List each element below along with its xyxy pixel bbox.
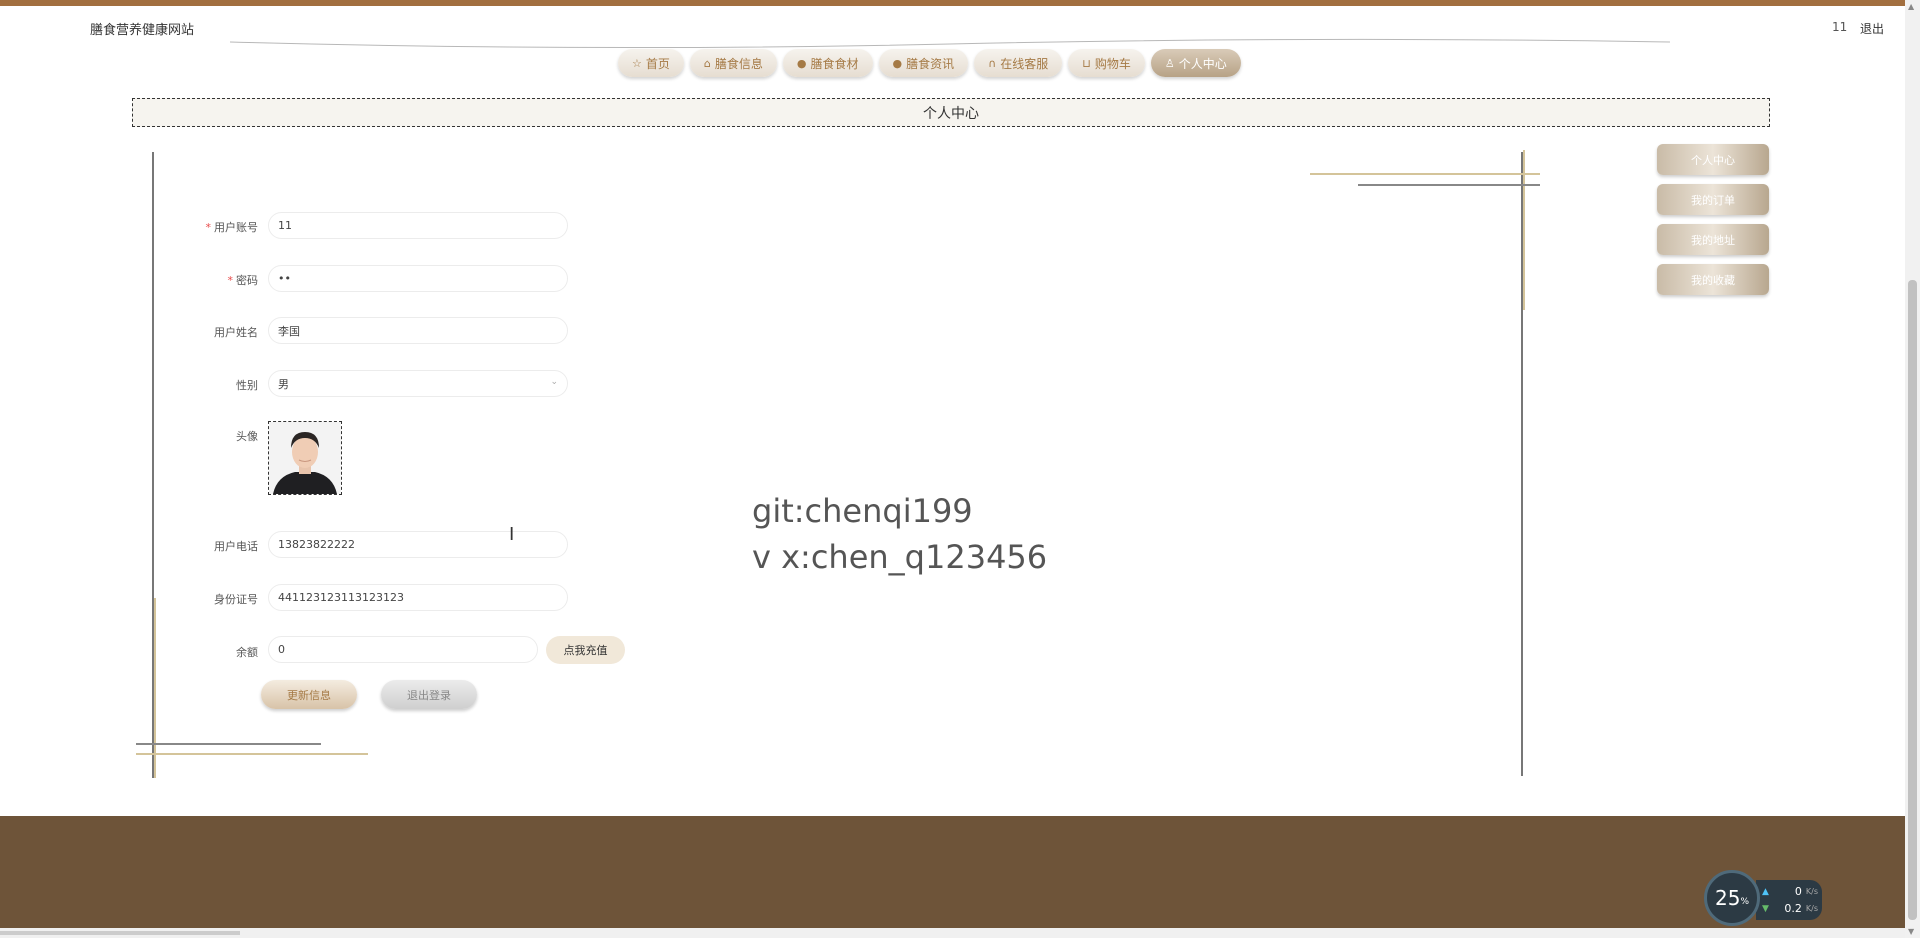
side-menu-user-center[interactable]: 个人中心 <box>1657 144 1769 175</box>
avatar-upload[interactable] <box>268 421 342 495</box>
gender-select[interactable]: 男 ⌄ <box>268 370 568 397</box>
info-icon: ● <box>796 56 807 70</box>
nav-item-customer-service[interactable]: ∩ 在线客服 <box>974 49 1063 77</box>
nav-item-label: 个人中心 <box>1178 56 1227 71</box>
frame-top-line <box>1358 184 1540 186</box>
cpu-usage-unit: % <box>1740 897 1749 907</box>
current-username: 11 <box>1832 20 1848 34</box>
download-arrow-icon: ▼ <box>1762 903 1769 914</box>
nav-item-label: 膳食食材 <box>810 56 859 71</box>
balance-field[interactable]: 0 <box>268 636 538 663</box>
side-menu-my-favorites[interactable]: 我的收藏 <box>1657 264 1769 295</box>
watermark-line-1: git:chenqi199 <box>752 492 973 530</box>
balance-label: 余额 <box>236 646 258 659</box>
password-label: * 密码 <box>227 274 259 287</box>
logout-button[interactable]: 退出登录 <box>381 680 477 709</box>
id-card-label: 身份证号 <box>214 593 258 606</box>
scroll-thumb[interactable] <box>1908 280 1917 920</box>
frame-bottom-gold-line <box>136 753 368 755</box>
account-label: * 用户账号 <box>205 221 259 234</box>
frame-bottom-line <box>136 743 321 745</box>
nav-item-user-center[interactable]: ♙ 个人中心 <box>1150 49 1241 77</box>
vertical-scrollbar[interactable]: ▲ ▼ <box>1905 0 1920 938</box>
side-menu-my-orders[interactable]: 我的订单 <box>1657 184 1769 215</box>
chevron-down-icon: ⌄ <box>550 377 558 387</box>
frame-top-gold-line <box>1310 173 1540 175</box>
gender-label: 性别 <box>236 379 258 392</box>
nav-item-home[interactable]: ☆ 首页 <box>618 49 684 77</box>
avatar-label: 头像 <box>236 430 258 443</box>
side-menu-my-address[interactable]: 我的地址 <box>1657 224 1769 255</box>
bottom-strip <box>0 928 1905 938</box>
scroll-down-arrow-icon[interactable]: ▼ <box>1908 927 1914 936</box>
upload-arrow-icon: ▲ <box>1762 886 1769 897</box>
recharge-button[interactable]: 点我充值 <box>546 636 625 664</box>
nav-item-diet-info[interactable]: ⌂ 膳食信息 <box>689 49 777 77</box>
cpu-usage-gauge: 25% <box>1704 870 1760 926</box>
cpu-usage-value: 25 <box>1714 886 1741 910</box>
nav-item-label: 膳食信息 <box>714 56 763 71</box>
password-field[interactable]: •• <box>268 265 568 292</box>
watermark-text: git:chenqi199 v x:chen_q123456 <box>752 488 1047 580</box>
side-menu: 个人中心 我的订单 我的地址 我的收藏 <box>1657 144 1769 304</box>
section-title-bar: 个人中心 <box>132 98 1770 127</box>
footer <box>0 816 1905 938</box>
download-speed-value: 0.2 <box>1784 902 1802 915</box>
download-speed-unit: K/s <box>1805 904 1818 913</box>
header: 膳食营养健康网站 11 退出 <box>0 6 1905 49</box>
section-title: 个人中心 <box>923 105 979 122</box>
logout-link[interactable]: 退出 <box>1860 20 1884 37</box>
headset-icon: ∩ <box>988 56 997 70</box>
nav-item-label: 首页 <box>645 56 670 71</box>
avatar <box>269 422 341 494</box>
upload-speed-unit: K/s <box>1805 887 1818 896</box>
nav-item-cart[interactable]: ⊔ 购物车 <box>1068 49 1145 77</box>
nav-item-label: 购物车 <box>1094 56 1131 71</box>
scroll-up-arrow-icon[interactable]: ▲ <box>1908 2 1914 11</box>
question-icon: ● <box>892 56 903 70</box>
download-speed-row: ▼ 0.2 K/s <box>1762 902 1818 915</box>
site-title: 膳食营养健康网站 <box>90 23 195 38</box>
network-speed-widget[interactable]: ▲ 0 K/s ▼ 0.2 K/s 25% <box>1704 870 1824 930</box>
account-field[interactable]: 11 <box>268 212 568 239</box>
name-label: 用户姓名 <box>214 326 258 339</box>
phone-field[interactable]: 13823822222 <box>268 531 568 558</box>
cart-icon: ⊔ <box>1082 56 1091 70</box>
text-cursor-icon: I <box>509 524 515 545</box>
upload-speed-row: ▲ 0 K/s <box>1762 885 1818 898</box>
nav-item-label: 在线客服 <box>1000 56 1049 71</box>
id-card-field[interactable]: 441123123113123123 <box>268 584 568 611</box>
star-icon: ☆ <box>632 56 642 70</box>
phone-label: 用户电话 <box>214 540 258 553</box>
user-icon: ♙ <box>1164 56 1175 70</box>
watermark-line-2: v x:chen_q123456 <box>752 538 1048 576</box>
main-nav: ☆ 首页 ⌂ 膳食信息 ● 膳食食材 ● 膳食资讯 ∩ 在线客服 ⊔ 购物车 ♙… <box>618 49 1241 77</box>
upload-speed-value: 0 <box>1794 885 1802 898</box>
update-info-button[interactable]: 更新信息 <box>261 680 357 709</box>
name-field[interactable]: 李国 <box>268 317 568 344</box>
nav-item-news[interactable]: ● 膳食资讯 <box>878 49 969 77</box>
nav-item-label: 膳食资讯 <box>906 56 955 71</box>
bag-icon: ⌂ <box>703 56 711 70</box>
speed-panel: ▲ 0 K/s ▼ 0.2 K/s <box>1756 880 1822 920</box>
nav-item-ingredients[interactable]: ● 膳食食材 <box>782 49 873 77</box>
frame-left-gold-line <box>154 598 156 778</box>
